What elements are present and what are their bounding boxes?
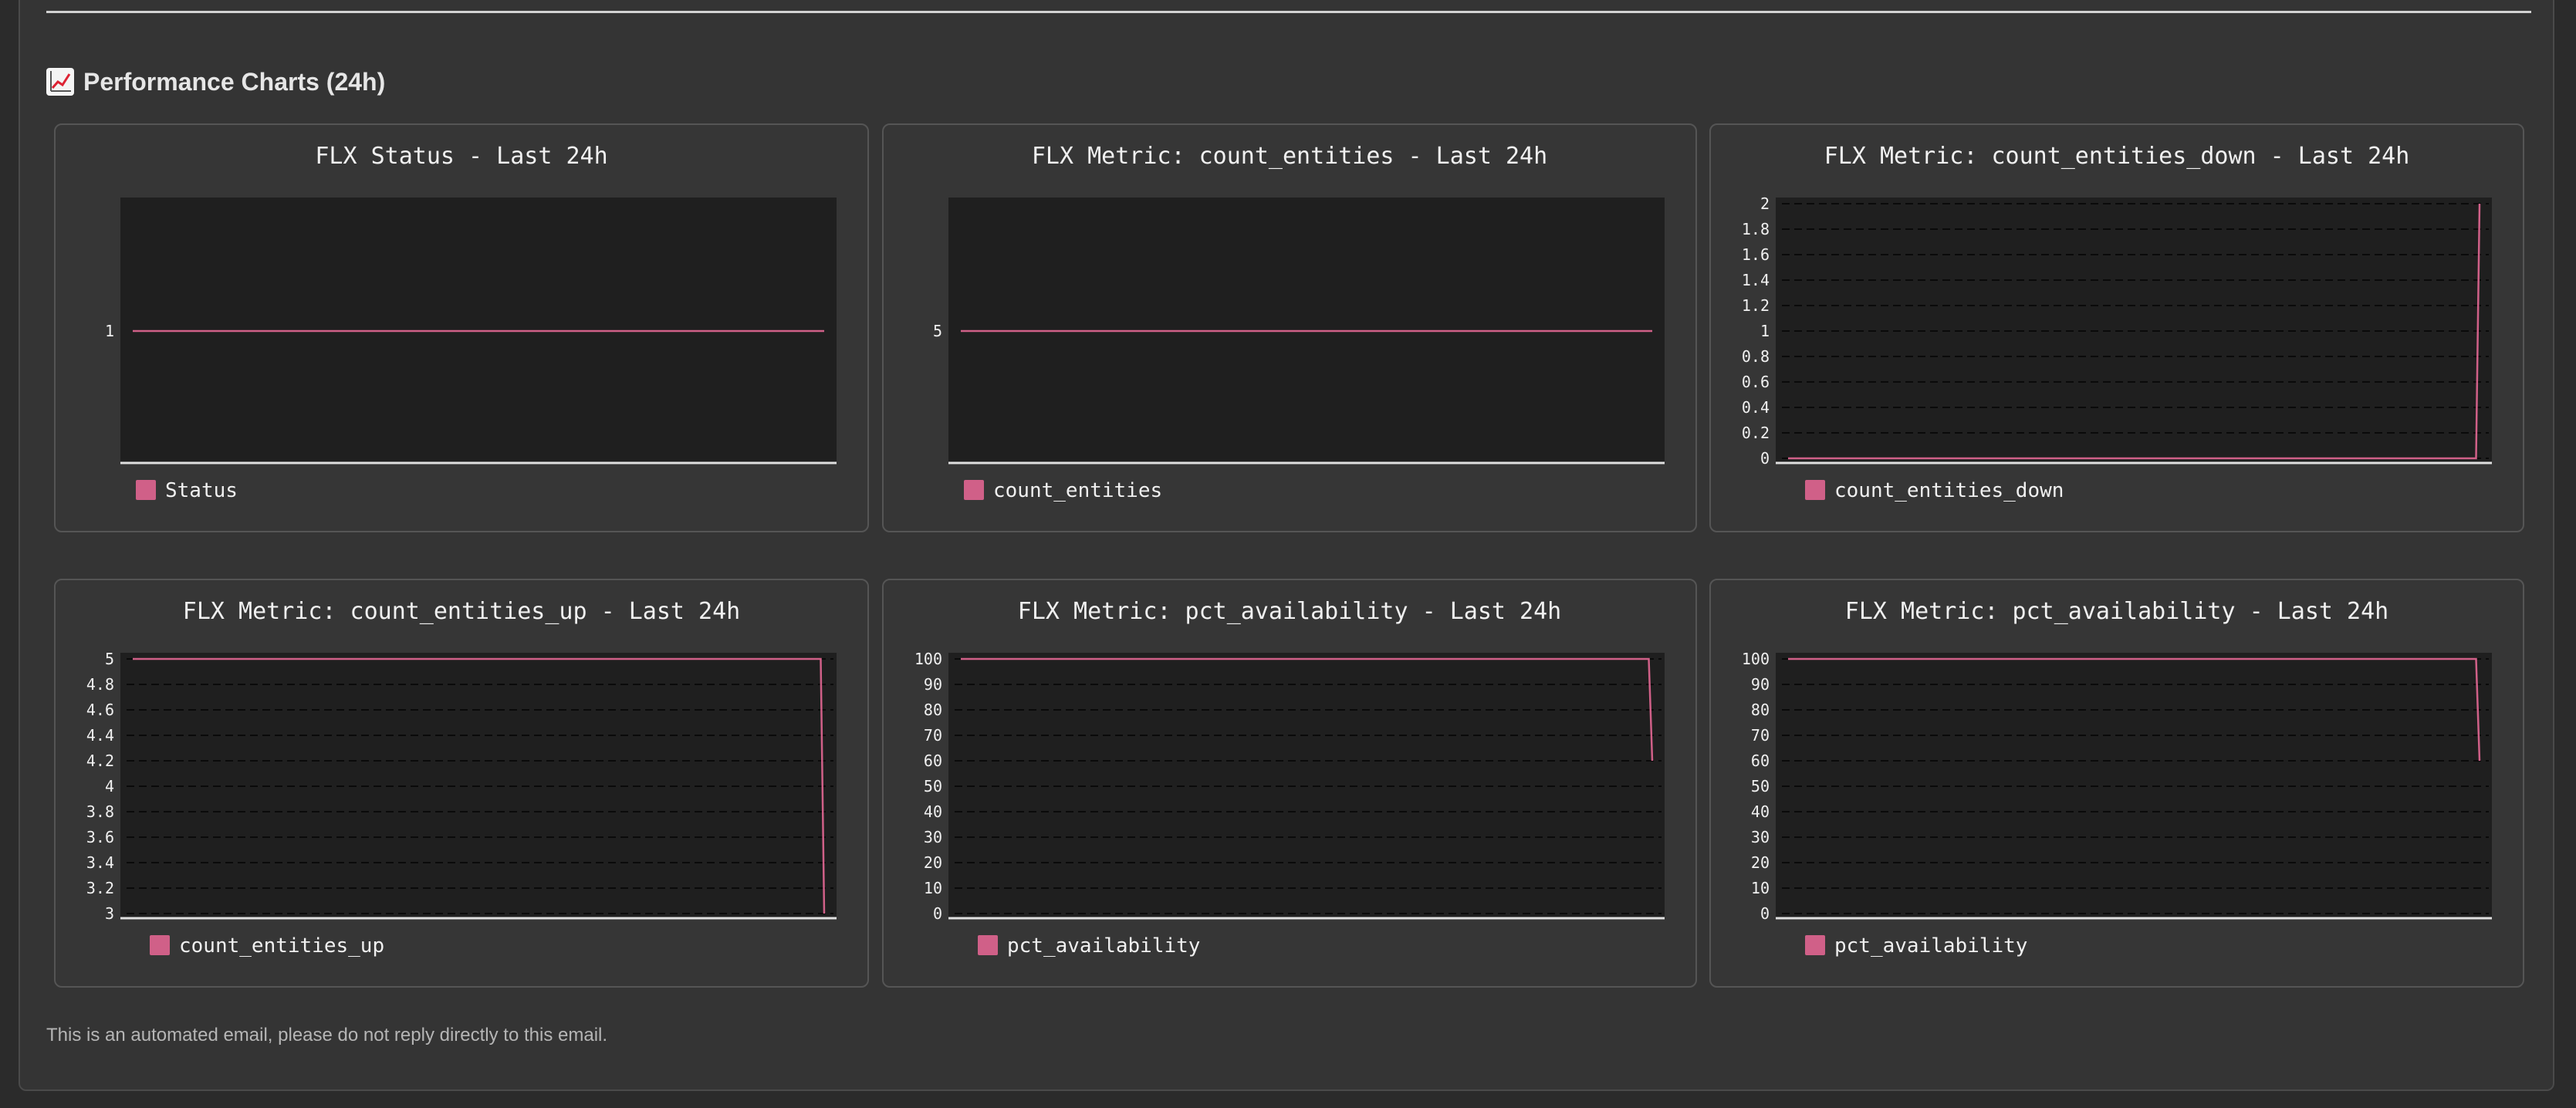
y-tick-label: 0 xyxy=(933,904,942,923)
y-tick-label: 3.8 xyxy=(86,802,114,821)
y-tick-label: 3 xyxy=(105,904,114,923)
y-tick-label: 70 xyxy=(1751,726,1770,745)
legend-label: count_entities_up xyxy=(179,934,384,958)
legend-swatch xyxy=(1805,935,1825,955)
chart-card-status: FLX Status - Last 24h 1 Status xyxy=(54,123,869,532)
chart-svg: FLX Status - Last 24h 1 Status xyxy=(105,143,837,502)
y-tick-label: 4.8 xyxy=(86,675,114,694)
y-tick-label: 2 xyxy=(1760,194,1770,213)
chart-card-count-entities-down: FLX Metric: count_entities_down - Last 2… xyxy=(1709,123,2524,532)
legend-swatch xyxy=(978,935,998,955)
legend-label: pct_availability xyxy=(1834,934,2027,958)
y-tick-label: 0.4 xyxy=(1742,398,1770,417)
chart-title: FLX Metric: pct_availability - Last 24h xyxy=(1018,598,1561,625)
chart-svg: FLX Metric: count_entities_down - Last 2… xyxy=(1742,143,2492,502)
y-tick-label: 30 xyxy=(1751,828,1770,846)
chart-title: FLX Metric: count_entities_up - Last 24h xyxy=(183,598,740,625)
legend-swatch xyxy=(1805,480,1825,500)
legend-swatch xyxy=(964,480,984,500)
chart-title: FLX Metric: count_entities_down - Last 2… xyxy=(1824,143,2410,170)
chart-increasing-icon xyxy=(46,68,74,96)
chart-title: FLX Metric: count_entities - Last 24h xyxy=(1032,143,1547,170)
y-tick-label: 50 xyxy=(924,777,942,796)
y-tick-label: 1 xyxy=(105,322,114,340)
y-tick-label: 90 xyxy=(924,675,942,694)
y-tick-label: 0.8 xyxy=(1742,347,1770,366)
y-tick-label: 0 xyxy=(1760,449,1770,468)
chart-svg: FLX Metric: pct_availability - Last 24h 0… xyxy=(1742,598,2492,958)
y-tick-label: 30 xyxy=(924,828,942,846)
y-tick-label: 100 xyxy=(914,650,942,668)
legend-label: pct_availability xyxy=(1007,934,1200,958)
y-tick-label: 4.6 xyxy=(86,701,114,719)
y-tick-label: 10 xyxy=(1751,879,1770,897)
chart-svg: FLX Metric: count_entities - Last 24h 5 co… xyxy=(933,143,1665,502)
y-tick-label: 60 xyxy=(924,752,942,770)
y-tick-label: 20 xyxy=(924,853,942,872)
chart-svg: FLX Metric: count_entities_up - Last 24h… xyxy=(86,598,837,958)
y-tick-label: 60 xyxy=(1751,752,1770,770)
y-tick-label: 4.2 xyxy=(86,752,114,770)
top-divider xyxy=(46,11,2531,13)
y-tick-label: 10 xyxy=(924,879,942,897)
y-tick-label: 3.6 xyxy=(86,828,114,846)
y-tick-label: 0 xyxy=(1760,904,1770,923)
chart-card-pct-availability-1: FLX Metric: pct_availability - Last 24h 0… xyxy=(882,579,1697,988)
legend-label: Status xyxy=(165,479,238,502)
y-tick-label: 1.4 xyxy=(1742,271,1770,289)
y-tick-label: 5 xyxy=(933,322,942,340)
chart-title: FLX Status - Last 24h xyxy=(315,143,607,170)
y-tick-label: 100 xyxy=(1742,650,1770,668)
chart-card-count-entities-up: FLX Metric: count_entities_up - Last 24h… xyxy=(54,579,869,988)
y-tick-label: 1.8 xyxy=(1742,220,1770,238)
chart-title: FLX Metric: pct_availability - Last 24h xyxy=(1845,598,2388,625)
legend-label: count_entities_down xyxy=(1834,479,2064,502)
y-tick-label: 4.4 xyxy=(86,726,114,745)
y-tick-label: 50 xyxy=(1751,777,1770,796)
y-tick-label: 0.2 xyxy=(1742,424,1770,442)
y-tick-label: 3.4 xyxy=(86,853,114,872)
y-tick-label: 80 xyxy=(1751,701,1770,719)
legend-swatch xyxy=(150,935,170,955)
section-title-text: Performance Charts (24h) xyxy=(83,68,386,96)
y-tick-label: 0.6 xyxy=(1742,373,1770,391)
y-tick-label: 40 xyxy=(1751,802,1770,821)
y-tick-label: 1.6 xyxy=(1742,245,1770,264)
chart-card-pct-availability-2: FLX Metric: pct_availability - Last 24h 0… xyxy=(1709,579,2524,988)
y-tick-label: 90 xyxy=(1751,675,1770,694)
chart-svg: FLX Metric: pct_availability - Last 24h 0… xyxy=(914,598,1665,958)
y-tick-label: 1.2 xyxy=(1742,296,1770,315)
y-tick-label: 40 xyxy=(924,802,942,821)
y-tick-label: 4 xyxy=(105,777,114,796)
section-heading: Performance Charts (24h) xyxy=(46,63,385,100)
legend-label: count_entities xyxy=(993,479,1162,502)
y-tick-label: 1 xyxy=(1760,322,1770,340)
y-tick-label: 80 xyxy=(924,701,942,719)
legend-swatch xyxy=(136,480,156,500)
y-tick-label: 20 xyxy=(1751,853,1770,872)
y-tick-label: 70 xyxy=(924,726,942,745)
footer-note: This is an automated email, please do no… xyxy=(46,1025,608,1046)
y-tick-label: 5 xyxy=(105,650,114,668)
chart-card-count-entities: FLX Metric: count_entities - Last 24h 5 co… xyxy=(882,123,1697,532)
y-tick-label: 3.2 xyxy=(86,879,114,897)
